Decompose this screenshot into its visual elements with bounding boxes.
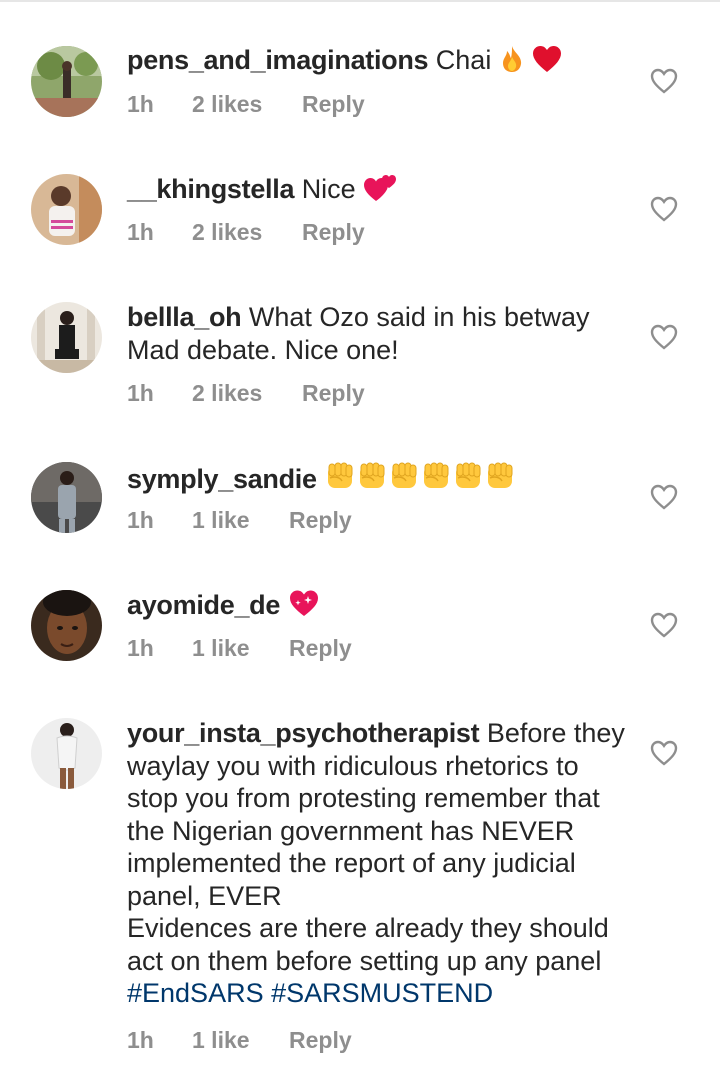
- comment-time: 1h: [127, 1027, 154, 1053]
- comment-likes[interactable]: 2 likes: [192, 91, 302, 118]
- comment-time: 1h: [127, 507, 154, 533]
- hashtag-link[interactable]: #EndSARS: [127, 978, 264, 1008]
- comment-text: Nice: [301, 174, 356, 204]
- like-heart-icon[interactable]: [650, 484, 678, 510]
- reply-button[interactable]: Reply: [289, 1027, 352, 1054]
- raised-fist-emoji: [484, 460, 516, 500]
- comment-meta: 1h 1 like Reply: [127, 507, 352, 534]
- reply-button[interactable]: Reply: [289, 635, 352, 662]
- raised-fist-emoji: [356, 460, 388, 500]
- comment-meta: 1h 1 like Reply: [127, 1027, 352, 1054]
- comment-username[interactable]: pens_and_imaginations: [127, 45, 429, 75]
- red-heart-emoji: [532, 45, 562, 81]
- comment-username[interactable]: bellla_oh: [127, 302, 242, 332]
- raised-fist-emoji: [324, 460, 356, 500]
- like-heart-icon[interactable]: [650, 196, 678, 222]
- reply-button[interactable]: Reply: [302, 219, 365, 246]
- comment-username[interactable]: your_insta_psychotherapist: [127, 718, 480, 748]
- comment-meta: 1h 2 likes Reply: [127, 219, 365, 246]
- reply-button[interactable]: Reply: [302, 91, 365, 118]
- comment-body: pens_and_imaginations Chai: [127, 44, 637, 81]
- like-heart-icon[interactable]: [650, 612, 678, 638]
- comment-body: your_insta_psychotherapist Before they w…: [127, 717, 637, 1010]
- comment-time: 1h: [127, 635, 154, 661]
- comment-meta: 1h 1 like Reply: [127, 635, 352, 662]
- comment-likes[interactable]: 1 like: [192, 635, 289, 662]
- comment-likes[interactable]: 1 like: [192, 507, 289, 534]
- comment-meta: 1h 2 likes Reply: [127, 380, 365, 407]
- avatar[interactable]: [31, 46, 102, 117]
- comment-body: symply_sandie: [127, 460, 637, 500]
- avatar[interactable]: [31, 590, 102, 661]
- fire-emoji: [499, 45, 525, 81]
- hashtag-link[interactable]: #SARSMUSTEND: [271, 978, 493, 1008]
- raised-fist-emoji: [388, 460, 420, 500]
- comment-meta: 1h 2 likes Reply: [127, 91, 365, 118]
- comment-body: __khingstella Nice: [127, 172, 637, 210]
- comment-likes[interactable]: 1 like: [192, 1027, 289, 1054]
- raised-fist-emoji: [420, 460, 452, 500]
- like-heart-icon[interactable]: [650, 324, 678, 350]
- like-heart-icon[interactable]: [650, 740, 678, 766]
- comment-time: 1h: [127, 219, 154, 245]
- comment-time: 1h: [127, 91, 154, 117]
- comment-likes[interactable]: 2 likes: [192, 219, 302, 246]
- two-hearts-emoji: [363, 172, 397, 210]
- avatar[interactable]: [31, 302, 102, 373]
- reply-button[interactable]: Reply: [302, 380, 365, 407]
- comment-username[interactable]: ayomide_de: [127, 590, 280, 620]
- comment-body: bellla_oh What Ozo said in his betway Ma…: [127, 301, 637, 366]
- comment-time: 1h: [127, 380, 154, 406]
- comment-username[interactable]: __khingstella: [127, 174, 294, 204]
- top-divider: [0, 0, 720, 2]
- avatar[interactable]: [31, 462, 102, 533]
- comment-body: ayomide_de: [127, 588, 637, 626]
- comment-username[interactable]: symply_sandie: [127, 464, 317, 494]
- comment-text: Chai: [435, 45, 492, 75]
- avatar[interactable]: [31, 174, 102, 245]
- like-heart-icon[interactable]: [650, 68, 678, 94]
- sparkling-heart-emoji: [288, 588, 320, 626]
- raised-fist-emoji: [452, 460, 484, 500]
- comment-text-continued: Evidences are there already they should …: [127, 913, 609, 976]
- avatar[interactable]: [31, 718, 102, 789]
- comment-likes[interactable]: 2 likes: [192, 380, 302, 407]
- reply-button[interactable]: Reply: [289, 507, 352, 534]
